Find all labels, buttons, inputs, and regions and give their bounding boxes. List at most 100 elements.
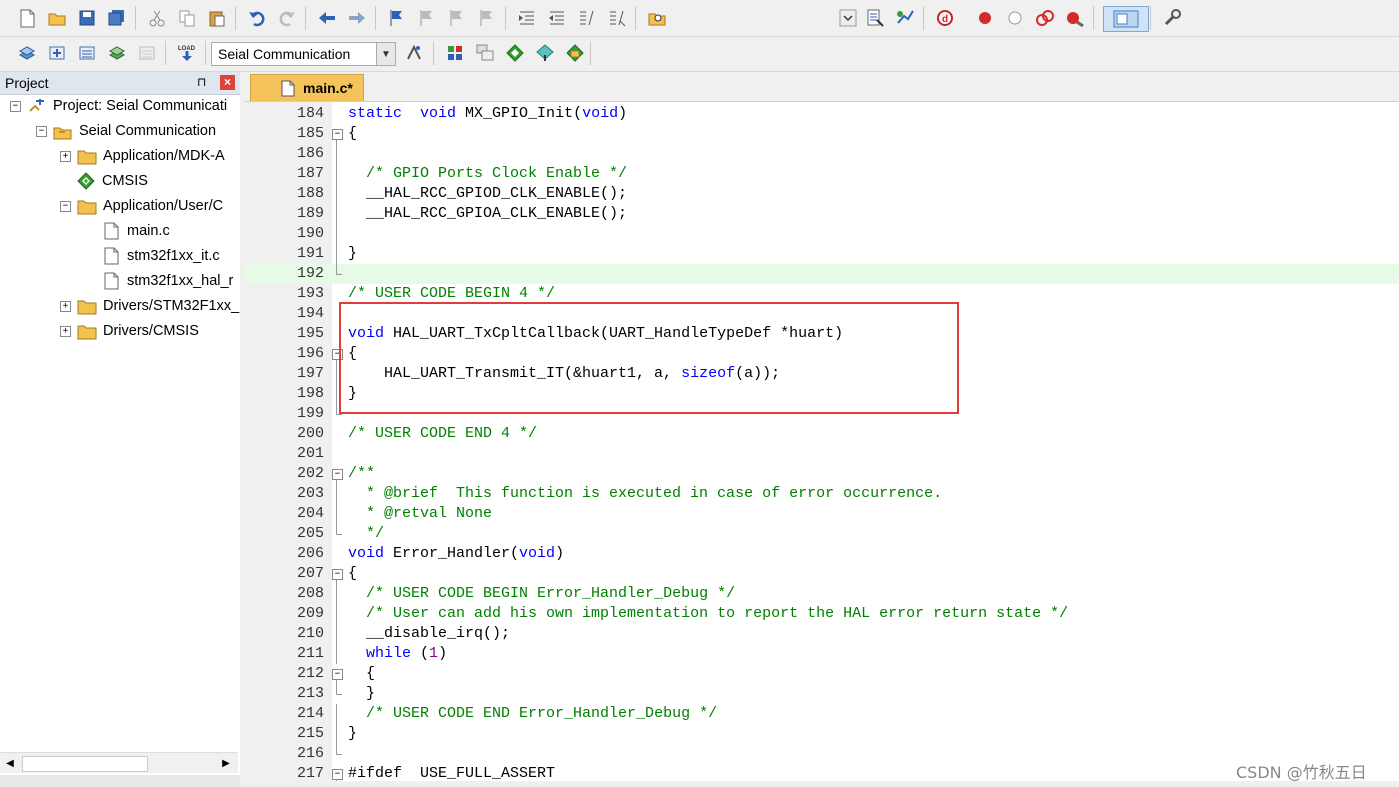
tree-item[interactable]: + Drivers/CMSIS [60,319,199,343]
horizontal-scrollbar[interactable]: ◀ ▶ [0,752,238,773]
scrollbar-thumb[interactable] [22,756,148,772]
code-line[interactable]: 216 [244,744,1399,764]
code-line[interactable]: 214 /* USER CODE END Error_Handler_Debug… [244,704,1399,724]
tree-item[interactable]: − Project: Seial Communicati [10,94,227,118]
bookmark-button[interactable] [385,6,409,30]
code-line[interactable]: 191} [244,244,1399,264]
indent-button[interactable] [515,6,539,30]
code-editor[interactable]: main.c* 184 static void MX_GPIO_Init(void… [244,72,1399,787]
code-line[interactable]: 208 /* USER CODE BEGIN Error_Handler_Deb… [244,584,1399,604]
bookmark-next-button[interactable] [445,6,469,30]
insight-button[interactable] [893,6,917,30]
close-icon[interactable]: × [220,75,235,90]
code-line[interactable]: 206 void Error_Handler(void) [244,544,1399,564]
fold-collapse-icon[interactable]: − [331,124,347,144]
code-line[interactable]: 192 [244,264,1399,284]
code-line[interactable]: 210 __disable_irq(); [244,624,1399,644]
tree-item[interactable]: + Application/MDK-A [60,144,225,168]
tab-main-c[interactable]: main.c* [250,74,364,101]
code-line[interactable]: 188 __HAL_RCC_GPIOD_CLK_ENABLE(); [244,184,1399,204]
nav-forward-button[interactable] [345,6,369,30]
options-button[interactable] [402,41,426,65]
code-line[interactable]: 200 /* USER CODE END 4 */ [244,424,1399,444]
debug-settings-button[interactable] [863,6,887,30]
expand-icon[interactable]: + [60,150,71,162]
code-line[interactable]: 204 * @retval None [244,504,1399,524]
download-button[interactable]: LOAD [175,41,199,65]
code-line[interactable]: 209 /* User can add his own implementati… [244,604,1399,624]
configure-button[interactable] [1160,6,1184,30]
fold-collapse-icon[interactable]: − [331,564,347,584]
code-line[interactable]: 207−{ [244,564,1399,584]
pack-installer-button[interactable] [533,41,557,65]
tree-item[interactable]: CMSIS [76,169,148,193]
breakpoint-clear-button[interactable] [1063,6,1087,30]
dropdown-button[interactable] [836,6,860,30]
code-line[interactable]: 202−/** [244,464,1399,484]
code-line[interactable]: 190 [244,224,1399,244]
target-select[interactable]: Seial Communication ▼ [211,42,396,66]
code-line[interactable]: 203 * @brief This function is executed i… [244,484,1399,504]
manage-components-button[interactable] [443,41,467,65]
code-line[interactable]: 187 /* GPIO Ports Clock Enable */ [244,164,1399,184]
save-all-button[interactable] [105,6,129,30]
scroll-left-icon[interactable]: ◀ [2,755,18,771]
undo-button[interactable] [245,6,269,30]
breakpoint-kill-button[interactable] [1033,6,1057,30]
chevron-down-icon[interactable]: ▼ [376,43,395,65]
collapse-icon[interactable]: − [36,125,47,137]
window-layout-button[interactable] [1103,6,1149,32]
code-line[interactable]: 201 [244,444,1399,464]
comment-button[interactable] [575,6,599,30]
translate-button[interactable] [15,41,39,65]
code-line[interactable]: 184 static void MX_GPIO_Init(void) [244,104,1399,124]
start-debug-button[interactable]: d [933,6,957,30]
select-packs-button[interactable] [563,41,587,65]
fold-collapse-icon[interactable]: − [331,664,347,684]
breakpoint-disable-button[interactable] [1003,6,1027,30]
tree-item[interactable]: stm32f1xx_it.c [101,244,220,268]
breakpoint-insert-button[interactable] [973,6,997,30]
copy-button[interactable] [175,6,199,30]
code-line[interactable]: 215} [244,724,1399,744]
file-extensions-button[interactable] [473,41,497,65]
new-file-button[interactable] [15,6,39,30]
expand-icon[interactable]: + [60,300,71,312]
save-button[interactable] [75,6,99,30]
tree-item[interactable]: + Drivers/STM32F1xx_ [60,294,239,318]
redo-button[interactable] [275,6,299,30]
expand-icon[interactable]: + [60,325,71,337]
tree-item[interactable]: stm32f1xx_hal_r [101,269,233,293]
bookmark-prev-button[interactable] [415,6,439,30]
unindent-button[interactable] [545,6,569,30]
tree-item[interactable]: − Seial Communication [36,119,216,143]
find-in-files-button[interactable] [645,6,669,30]
code-line[interactable]: 185−{ [244,124,1399,144]
code-line[interactable]: 205 */ [244,524,1399,544]
nav-back-button[interactable] [315,6,339,30]
collapse-icon[interactable]: − [10,100,21,112]
code-line[interactable]: 212− { [244,664,1399,684]
bookmark-clear-button[interactable] [475,6,499,30]
run-time-env-button[interactable] [503,41,527,65]
code-line[interactable]: 211 while (1) [244,644,1399,664]
pin-icon[interactable]: ⊓ [197,75,206,89]
batch-build-button[interactable] [105,41,129,65]
cut-button[interactable] [145,6,169,30]
editor-horizontal-scrollbar[interactable] [244,781,1399,787]
tree-item[interactable]: main.c [101,219,170,243]
code-line[interactable]: 213 } [244,684,1399,704]
tree-item[interactable]: − Application/User/C [60,194,223,218]
stop-build-button[interactable] [135,41,159,65]
fold-collapse-icon[interactable]: − [331,464,347,484]
paste-button[interactable] [205,6,229,30]
code-line[interactable]: 189 __HAL_RCC_GPIOA_CLK_ENABLE(); [244,204,1399,224]
code-line[interactable]: 193 /* USER CODE BEGIN 4 */ [244,284,1399,304]
build-button[interactable] [45,41,69,65]
open-folder-button[interactable] [45,6,69,30]
rebuild-button[interactable] [75,41,99,65]
scroll-right-icon[interactable]: ▶ [218,755,234,771]
code-line[interactable]: 186 [244,144,1399,164]
uncomment-button[interactable] [605,6,629,30]
collapse-icon[interactable]: − [60,200,71,212]
